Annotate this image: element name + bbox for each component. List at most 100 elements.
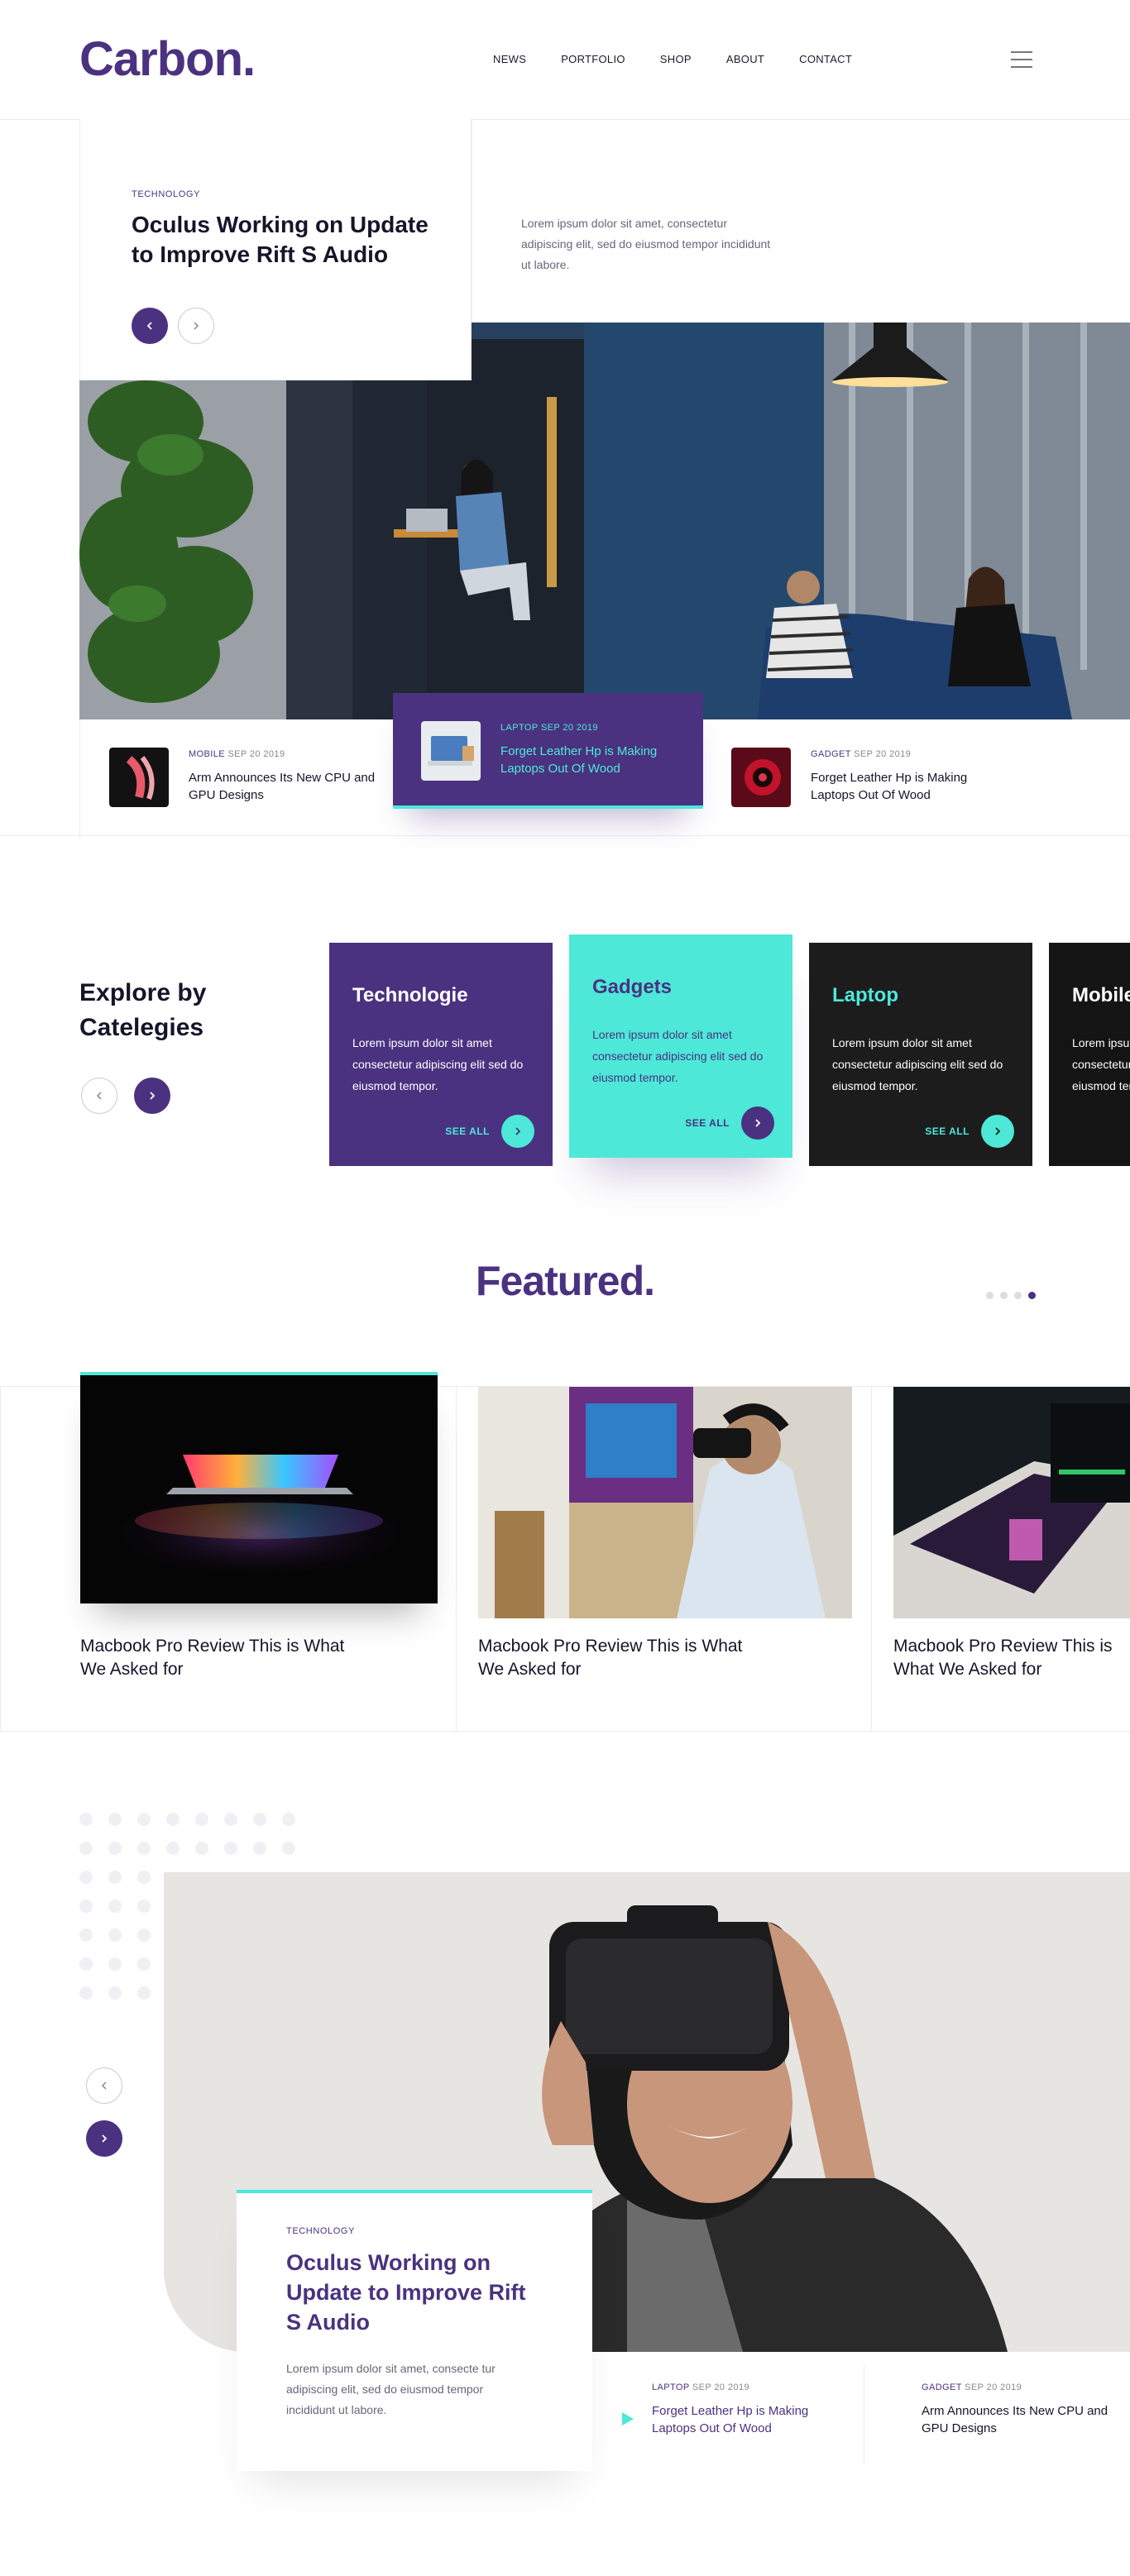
- news-title[interactable]: Arm Announces Its New CPU and GPU Design…: [922, 2402, 1112, 2437]
- grid-dot: [137, 1957, 151, 1971]
- featured-caption[interactable]: Macbook Pro Review This is What We Asked…: [893, 1635, 1130, 1681]
- category-card-mobile[interactable]: Mobile Lorem ipsum dolor sit amet consec…: [1049, 943, 1130, 1166]
- arrow-right-icon: [981, 1115, 1014, 1148]
- news-title[interactable]: Arm Announces Its New CPU and GPU Design…: [189, 769, 379, 804]
- categories-prev-button[interactable]: [81, 1078, 117, 1114]
- category-text: Lorem ipsum dolor sit amet consectetur a…: [592, 1028, 764, 1084]
- pager-dot[interactable]: [986, 1292, 994, 1299]
- featured-caption[interactable]: Macbook Pro Review This is What We Asked…: [478, 1635, 743, 1681]
- grid-dot: [108, 1842, 122, 1855]
- news-item-playing[interactable]: LAPTOP SEP 20 2019 Forget Leather Hp is …: [622, 2353, 854, 2470]
- news-item[interactable]: MOBILE SEP 20 2019 Arm Announces Its New…: [109, 719, 390, 835]
- grid-dot: [79, 1813, 93, 1826]
- see-all-label: SEE ALL: [445, 1126, 490, 1137]
- tablet-music-image: [893, 1387, 1130, 1618]
- news-category[interactable]: GADGET: [922, 2382, 962, 2392]
- news-category[interactable]: GADGET: [811, 749, 851, 759]
- strip-rule: [79, 719, 80, 835]
- grid-dot: [79, 1957, 93, 1971]
- featured-card[interactable]: Macbook Pro Review This is What We Asked…: [457, 1386, 872, 1732]
- grid-dot: [108, 1813, 122, 1826]
- strip-divider: [0, 835, 1130, 836]
- hero-tag[interactable]: TECHNOLOGY: [132, 189, 200, 199]
- category-card-technologie[interactable]: Technologie Lorem ipsum dolor sit amet c…: [329, 943, 553, 1166]
- featured-caption[interactable]: Macbook Pro Review This is What We Asked…: [80, 1635, 345, 1681]
- grid-dot: [224, 1842, 237, 1855]
- chevron-right-icon: [150, 1092, 156, 1100]
- spotlight-title[interactable]: Oculus Working on Update to Improve Rift…: [286, 2248, 543, 2337]
- category-title: Mobile: [1072, 984, 1130, 1006]
- pager-dot-active[interactable]: [1028, 1292, 1036, 1299]
- nav-shop[interactable]: SHOP: [660, 53, 692, 65]
- hero-description: Lorem ipsum dolor sit amet, consectetur …: [521, 217, 771, 271]
- categories-heading: Explore by Catelegies: [79, 979, 207, 1041]
- news-title[interactable]: Forget Leather Hp is Making Laptops Out …: [811, 769, 1001, 804]
- grid-dot: [137, 1928, 151, 1942]
- news-item[interactable]: GADGET SEP 20 2019 Forget Leather Hp is …: [731, 719, 1013, 835]
- play-icon[interactable]: [622, 2412, 634, 2425]
- hero-prev-button[interactable]: [132, 308, 168, 344]
- hero-image: [79, 323, 1130, 719]
- hamburger-menu-icon[interactable]: [1011, 51, 1032, 69]
- see-all-link[interactable]: SEE ALL: [685, 1106, 774, 1140]
- spotlight-prev-button[interactable]: [86, 2067, 122, 2104]
- nav-portfolio[interactable]: PORTFOLIO: [561, 53, 625, 65]
- pager-dot[interactable]: [1014, 1292, 1022, 1299]
- chevron-right-icon: [102, 2134, 108, 2143]
- grid-dot: [79, 1871, 93, 1884]
- categories-next-button[interactable]: [134, 1078, 170, 1114]
- grid-dot: [137, 1986, 151, 2000]
- grid-dot: [137, 1900, 151, 1913]
- grid-dot: [137, 1813, 151, 1826]
- news-date: SEP 20 2019: [854, 749, 912, 759]
- news-category[interactable]: LAPTOP: [652, 2382, 689, 2392]
- spotlight-tag[interactable]: TECHNOLOGY: [286, 2226, 543, 2236]
- featured-image: [893, 1387, 1130, 1618]
- laptop-rainbow-image: [80, 1375, 438, 1603]
- nav-news[interactable]: NEWS: [493, 53, 526, 65]
- featured-card[interactable]: Macbook Pro Review This is What We Asked…: [0, 1372, 457, 1732]
- grid-dot: [108, 1928, 122, 1942]
- arrow-right-icon: [501, 1115, 534, 1148]
- site-logo[interactable]: Carbon.: [79, 31, 256, 87]
- news-title[interactable]: Forget Leather Hp is Making Laptops Out …: [500, 743, 687, 777]
- grid-dot: [108, 1871, 122, 1884]
- see-all-link[interactable]: SEE ALL: [925, 1115, 1014, 1148]
- see-all-label: SEE ALL: [685, 1117, 730, 1129]
- grid-dot: [166, 1842, 180, 1855]
- category-card-laptop[interactable]: Laptop Lorem ipsum dolor sit amet consec…: [809, 943, 1032, 1166]
- hero-next-button[interactable]: [178, 308, 214, 344]
- grid-dot: [253, 1813, 266, 1826]
- spotlight-next-button[interactable]: [86, 2120, 122, 2157]
- chevron-right-icon: [194, 322, 199, 330]
- category-title: Technologie: [352, 984, 468, 1006]
- news-title[interactable]: Forget Leather Hp is Making Laptops Out …: [652, 2402, 834, 2437]
- arrow-right-icon: [741, 1106, 774, 1140]
- office-scene-illustration: [79, 323, 1130, 719]
- news-category[interactable]: MOBILE: [189, 749, 225, 759]
- see-all-link[interactable]: SEE ALL: [445, 1115, 534, 1148]
- news-item-active[interactable]: LAPTOP SEP 20 2019 Forget Leather Hp is …: [393, 693, 703, 809]
- nav-about[interactable]: ABOUT: [726, 53, 764, 65]
- hero-card: TECHNOLOGY Oculus Working on Update to I…: [79, 119, 472, 380]
- category-card-gadgets[interactable]: Gadgets Lorem ipsum dolor sit amet conse…: [569, 934, 792, 1158]
- news-category[interactable]: LAPTOP: [500, 723, 538, 733]
- pager-dot[interactable]: [1000, 1292, 1008, 1299]
- news-date: SEP 20 2019: [227, 749, 285, 759]
- news-date: SEP 20 2019: [965, 2382, 1022, 2392]
- featured-title: Featured.: [475, 1258, 655, 1304]
- nav-contact[interactable]: CONTACT: [799, 53, 852, 65]
- news-item[interactable]: GADGET SEP 20 2019 Arm Announces Its New…: [892, 2353, 1123, 2470]
- grid-dot: [137, 1871, 151, 1884]
- gadget-thumbnail-image: [731, 748, 791, 807]
- featured-card[interactable]: Macbook Pro Review This is What We Asked…: [872, 1386, 1130, 1732]
- hero-title[interactable]: Oculus Working on Update to Improve Rift…: [132, 210, 446, 270]
- category-title: Laptop: [832, 984, 898, 1006]
- grid-dot: [282, 1813, 295, 1826]
- main-nav: NEWS PORTFOLIO SHOP ABOUT CONTACT: [493, 53, 887, 65]
- grid-dot: [253, 1842, 266, 1855]
- grid-dot: [108, 1986, 122, 2000]
- grid-dot: [224, 1813, 237, 1826]
- grid-dot: [79, 1986, 93, 2000]
- grid-dot: [282, 1842, 295, 1855]
